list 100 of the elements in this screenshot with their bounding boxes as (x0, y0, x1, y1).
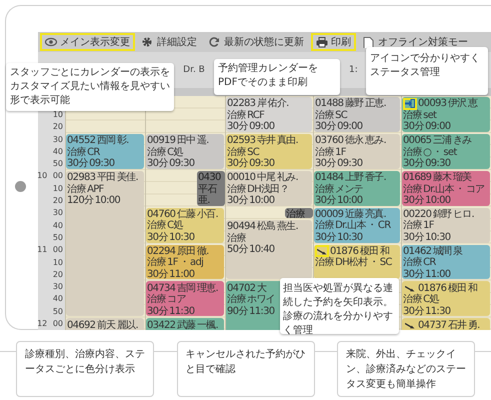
time-label: 50 (52, 159, 64, 168)
feature-note: キャンセルされた予約がひと目で確認 (176, 341, 314, 397)
appointment-text: 治療 1F (403, 220, 434, 232)
appointment-card[interactable]: 00065 三浦 きみ 治療 ○ ・ set 30分 09:30 (402, 134, 490, 169)
appointment-card[interactable]: 04734 吉岡 理恵. 治療 コア 30分 11:30 (146, 281, 224, 316)
appointment-text: 30分 09:00 (403, 121, 450, 132)
appointment-text: 120分 10:00 (67, 195, 120, 206)
appointment-text: 04702 大 (227, 282, 266, 294)
appointment-card[interactable]: 02983 平田 美佳. 治療 APF 120分 10:00 (66, 170, 144, 316)
appointment-text: 30分 10:00 (315, 195, 362, 206)
time-label: 10 00 (38, 171, 64, 180)
feature-note: 来院、外出、チェックイン、診療済みなどのステータス変更も簡単操作 (337, 341, 475, 397)
appointment-text: 30分 11:00 (147, 268, 194, 280)
appointment-card[interactable]: 00220 錦野 ヒロ. 治療 1F 30分 10:30 (402, 208, 490, 243)
appointment-card[interactable]: 03422 武藤 一楓. (146, 318, 224, 330)
appointment-text: 30分 09:30 (67, 158, 114, 169)
appointment-text: 00220 錦野 ヒロ. (403, 208, 474, 220)
appointment-text: 治療 SC (315, 110, 348, 121)
appointment-card[interactable]: 00919 田中 遥. 治療 C処 30分 09:30 (146, 134, 224, 169)
appointment-text: 00919 田中 遥. (147, 135, 209, 146)
appointment-text: 02983 平田 美佳. (67, 172, 138, 184)
printer-icon (316, 36, 328, 48)
appointment-text: 90494 松島 燕生. (227, 221, 298, 232)
time-label: 10 (52, 184, 64, 193)
time-label: 30 (52, 208, 64, 218)
appointment-text: 02593 寺井 真由. (227, 135, 298, 146)
appointment-card[interactable]: 00093 伊沢 恵 治療 set 30分 09:00 (402, 97, 490, 132)
appointment-text: 90分 11:30 (227, 306, 274, 317)
time-label: 20 (52, 270, 64, 279)
appointment-text: 治療 1F (315, 146, 346, 158)
time-label: 20 (52, 122, 64, 132)
appointment-text: 30分 11:30 (147, 306, 194, 316)
appointment-text: 30分 09:30 (315, 158, 362, 169)
time-label: 10 (52, 258, 64, 266)
appointment-card[interactable]: 00009 近藤 亮真. 治療 Dr.山本 ・ CR 30分 10:30 (314, 208, 400, 243)
appointment-text: 30分 09:30 (227, 158, 274, 169)
appointment-text: 01462 城間 泉 (403, 246, 462, 257)
appointment-card[interactable]: 02283 岸 佑介. 治療 RCF 30分 09:00 (226, 97, 312, 132)
staff-name: Dr. B (183, 65, 205, 75)
time-label: 40 (52, 294, 64, 304)
appointment-card[interactable]: 01462 城間 泉 治療 CR 30分 11:00 (402, 244, 490, 280)
appointment-card[interactable]: 02294 原田 徹. 治療 1F ・ adj 30分 11:00 (146, 244, 224, 280)
appointment-text: 治療 Dr.山本 ・ コア (403, 184, 485, 195)
appointment-card[interactable]: 03760 徳永 恵み. 治療 1F 30分 09:30 (314, 134, 400, 169)
appointment-text: 01876 榎田 和 (418, 282, 478, 294)
appointment-text: 03422 武藤 一楓. (147, 320, 218, 330)
appointment-text: 治療 CR (67, 146, 100, 158)
callout-tooltip: 担当医や処置が異なる連続した予約を矢印表示。診療の流れを分かりやすく管理 (280, 278, 399, 334)
appointment-text: 治療 C処 (403, 294, 439, 306)
appointment-text: 治療 CR (403, 257, 436, 268)
appointment-text: 03760 徳永 恵み. (315, 135, 386, 146)
appointment-text: 30分 10:00 (227, 195, 274, 206)
appointment-text: 治療 Dr.山本 ・ CR (315, 220, 390, 232)
appointment-text: 01876 榎田 和 (330, 246, 390, 257)
appointment-text: 30分 11:30 (403, 306, 450, 316)
appointment-card[interactable]: 04737 石井 勇. (402, 318, 490, 330)
appointment-text: 治療 コア (147, 294, 186, 306)
appointment-text: 04552 西岡 彰. (67, 135, 129, 146)
appointment-text: 30分 10:30 (315, 232, 362, 243)
time-label: 11 00 (38, 245, 64, 254)
callout-tooltip: 予約管理カレンダーをPDFでそのまま印刷 (214, 59, 340, 95)
feature-note: 診療種別、治療内容、ステータスごとに色分け表示 (16, 341, 154, 397)
appointment-text: 01689 藤木 瑠美 (403, 172, 472, 184)
appointment-card[interactable]: 01488 藤野 正恵. 治療 SC 30分 09:00 (314, 97, 400, 132)
check-in-icon (405, 99, 415, 108)
appointment-text: 00093 伊沢 恵 (418, 98, 478, 110)
appointment-text: 治療 ○ ・ set (403, 146, 457, 158)
appointment-text: 30分 09:30 (147, 158, 194, 169)
toolbar-button[interactable]: 詳細設定 (137, 33, 202, 51)
toolbar-button[interactable]: 最新の状態に更新 (204, 33, 309, 51)
appointment-card[interactable]: 01689 藤木 瑠美 治療 Dr.山本 ・ コア 30分 10:00 (402, 170, 490, 206)
appointment-card[interactable]: 00010 中尾 礼み. 治療 DH浅田？ 30分 10:00 (226, 170, 312, 206)
appointment-text: 02283 岸 佑介. (227, 98, 289, 110)
appointment-card[interactable]: 90494 松島 燕生. 治療 50分 10:40 (226, 220, 312, 280)
settings-icon (142, 36, 154, 48)
appointment-text: 0430 (198, 172, 221, 184)
time-label: 20 (52, 196, 64, 206)
appointment-text: 治療 APF (67, 184, 104, 195)
appointment-card[interactable]: 治療 (285, 208, 313, 218)
document-icon (363, 36, 375, 48)
appointment-text: 治療 SC (227, 146, 260, 158)
appointment-card[interactable]: 04760 仁藤 小百. 治療 C処 30分 10:30 (146, 208, 224, 243)
appointment-text: 04760 仁藤 小百. (147, 208, 218, 220)
appointment-card[interactable]: 02593 寺井 真由. 治療 SC 30分 09:30 (226, 134, 312, 169)
appointment-card[interactable]: 01484 上野 香子. 治療 メンテ 30分 10:00 (314, 170, 400, 206)
appointment-text: 治療 メンテ (315, 184, 363, 195)
appointment-card[interactable]: 0430 平石 亜. (197, 170, 225, 206)
callout-tooltip: アイコンで分かりやすくステータス管理 (366, 47, 488, 95)
appointment-text: 02294 原田 徹. (147, 246, 209, 257)
toolbar-button[interactable]: 印刷 (311, 33, 356, 51)
toolbar-button[interactable]: メイン表示変更 (40, 33, 135, 51)
appointment-card[interactable]: 01876 榎田 和 治療 C処 30分 11:30 (402, 281, 490, 316)
appointment-text: 平石 (198, 184, 217, 195)
appointment-card[interactable]: 04552 西岡 彰. 治療 CR 30分 09:30 (66, 134, 144, 169)
appointment-card[interactable]: 01876 榎田 和 治療 DH松村 ・ SC (314, 244, 400, 280)
appointment-text: 04737 石井 勇. (418, 320, 480, 330)
appointment-text: 30分 09:30 (403, 158, 450, 169)
appointment-card[interactable]: 04692 前天 麗以. (66, 318, 144, 330)
pagination-dot[interactable] (15, 181, 26, 192)
refresh-icon (209, 36, 221, 48)
